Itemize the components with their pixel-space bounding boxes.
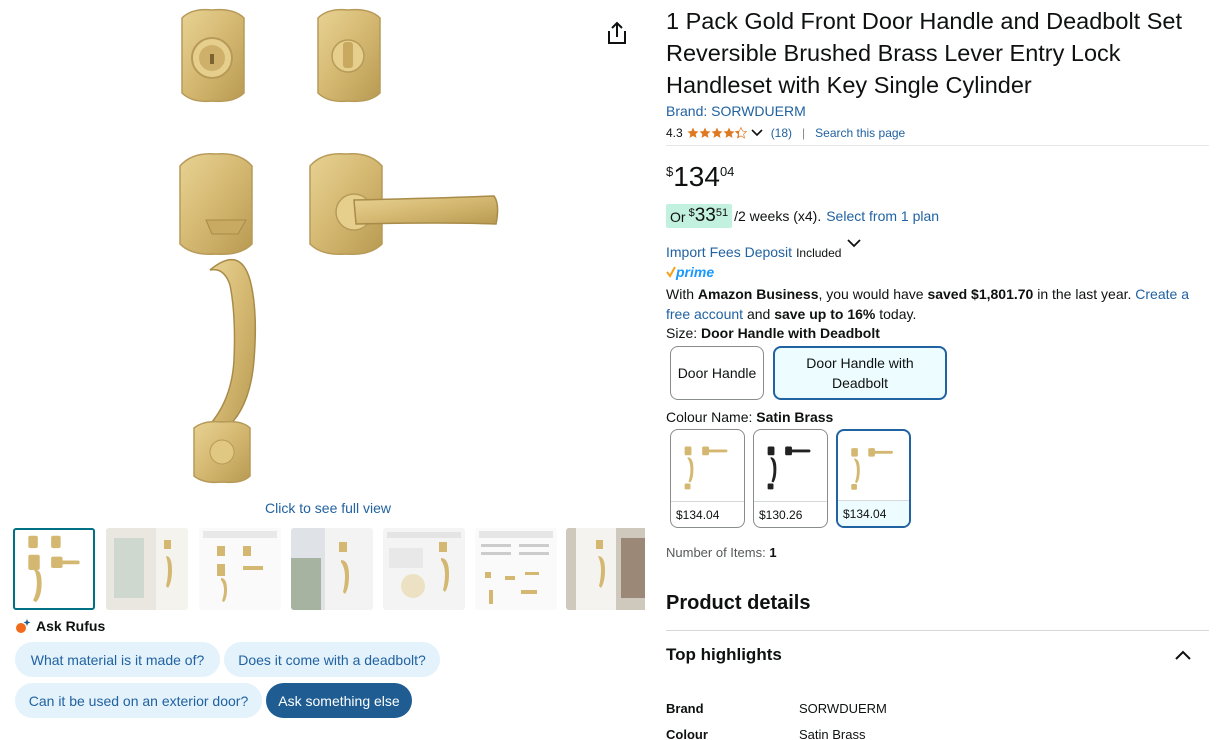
swatch-image <box>851 448 893 490</box>
star-icon <box>687 127 699 138</box>
business-bold: saved $1,801.70 <box>927 286 1034 302</box>
rufus-chip-deadbolt[interactable]: Does it come with a deadbolt? <box>224 642 440 677</box>
installment-or: Or <box>670 209 686 225</box>
rating-row: 4.3 (18) | Search this page <box>666 126 905 140</box>
business-text: , you would have <box>818 286 928 302</box>
chevron-up-icon[interactable] <box>1174 648 1192 662</box>
select-plan-link[interactable]: Select from 1 plan <box>826 208 939 224</box>
rufus-icon <box>16 619 31 633</box>
import-fees: Import Fees Deposit Included <box>666 239 861 260</box>
star-rating[interactable] <box>687 127 747 139</box>
size-option-door-handle-deadbolt[interactable]: Door Handle with Deadbolt <box>773 346 947 400</box>
swatch-price: $134.04 <box>838 500 909 526</box>
number-of-items: Number of Items: 1 <box>666 545 777 560</box>
business-text: and <box>743 306 775 322</box>
business-bold: save up to 16% <box>774 306 876 322</box>
thumbnail-1[interactable] <box>13 528 95 610</box>
colour-label: Colour Name: Satin Brass <box>666 409 833 425</box>
rating-count-link[interactable]: (18) <box>771 126 792 140</box>
chevron-down-icon[interactable] <box>847 238 861 248</box>
half-star-icon <box>734 127 747 139</box>
size-label-text: Size: <box>666 325 702 341</box>
import-included: Included <box>796 246 842 260</box>
rating-value: 4.3 <box>666 126 683 140</box>
price-symbol: $ <box>666 164 674 179</box>
thumbnail-6[interactable] <box>475 528 557 610</box>
installment-price: Or $ 33 51 <box>666 204 733 228</box>
share-button[interactable] <box>605 20 629 46</box>
swatch-price: $130.26 <box>754 501 827 527</box>
import-fees-link[interactable]: Import Fees Deposit <box>666 244 792 260</box>
thumbnail-2[interactable] <box>106 528 188 610</box>
items-value: 1 <box>769 545 777 560</box>
size-label: Size: Door Handle with Deadbolt <box>666 325 880 341</box>
thumbnail-5[interactable] <box>383 528 465 610</box>
thumbnail-3[interactable] <box>199 528 281 610</box>
product-details-heading: Product details <box>666 592 811 614</box>
swatch-price: $134.04 <box>671 501 744 527</box>
size-selected: Door Handle with Deadbolt <box>701 325 880 341</box>
spec-value-colour: Satin Brass <box>799 727 866 740</box>
business-bold: Amazon Business <box>697 286 819 302</box>
installment-offer: Or $ 33 51 /2 weeks (x4). Select from 1 … <box>666 204 939 228</box>
top-highlights-heading[interactable]: Top highlights <box>666 645 782 665</box>
divider: | <box>802 126 806 140</box>
spec-key-brand: Brand <box>666 701 704 716</box>
search-this-page-link[interactable]: Search this page <box>815 126 905 140</box>
swatch-image <box>767 446 811 490</box>
colour-swatch-2[interactable]: $130.26 <box>753 429 828 528</box>
main-product-image[interactable] <box>150 0 510 495</box>
prime-text: prime <box>675 264 714 280</box>
swatch-image <box>684 446 728 490</box>
spec-key-colour: Colour <box>666 727 708 740</box>
colour-selected: Satin Brass <box>756 409 834 425</box>
divider <box>666 145 1209 146</box>
price: $ 134 04 <box>666 158 734 196</box>
size-option-door-handle[interactable]: Door Handle <box>670 346 764 400</box>
price-fraction: 04 <box>719 164 735 179</box>
rufus-chip-material[interactable]: What material is it made of? <box>15 642 220 677</box>
business-offer: With Amazon Business, you would have sav… <box>666 284 1196 324</box>
colour-swatch-1[interactable]: $134.04 <box>670 429 745 528</box>
thumbnail-7[interactable] <box>566 528 645 610</box>
spec-value-brand: SORWDUERM <box>799 701 887 716</box>
colour-swatch-3[interactable]: $134.04 <box>836 429 911 528</box>
divider <box>666 630 1209 631</box>
star-icon <box>699 127 711 138</box>
star-icon <box>711 127 723 138</box>
rufus-label: Ask Rufus <box>36 618 106 634</box>
prime-logo: prime <box>666 264 714 280</box>
business-text: With <box>666 286 698 302</box>
rufus-chip-ask-else[interactable]: Ask something else <box>266 683 412 718</box>
installment-whole: 33 <box>694 205 716 226</box>
thumbnail-4[interactable] <box>291 528 373 610</box>
product-title: 1 Pack Gold Front Door Handle and Deadbo… <box>666 8 1182 98</box>
colour-label-text: Colour Name: <box>666 409 757 425</box>
share-icon <box>608 21 626 44</box>
items-label: Number of Items: <box>666 545 770 560</box>
rufus-chip-exterior[interactable]: Can it be used on an exterior door? <box>15 683 262 718</box>
full-view-link[interactable]: Click to see full view <box>265 500 391 516</box>
business-text: today. <box>875 306 917 322</box>
installment-fraction: 51 <box>715 207 729 219</box>
business-text: in the last year. <box>1033 286 1136 302</box>
price-whole: 134 <box>673 161 720 192</box>
chevron-down-icon[interactable] <box>751 128 763 138</box>
brand-link[interactable]: Brand: SORWDUERM <box>666 103 806 119</box>
thumbnail-strip <box>13 528 645 610</box>
star-icon <box>723 127 735 138</box>
rufus-header: Ask Rufus <box>15 618 105 634</box>
installment-terms: /2 weeks (x4). <box>734 208 822 224</box>
